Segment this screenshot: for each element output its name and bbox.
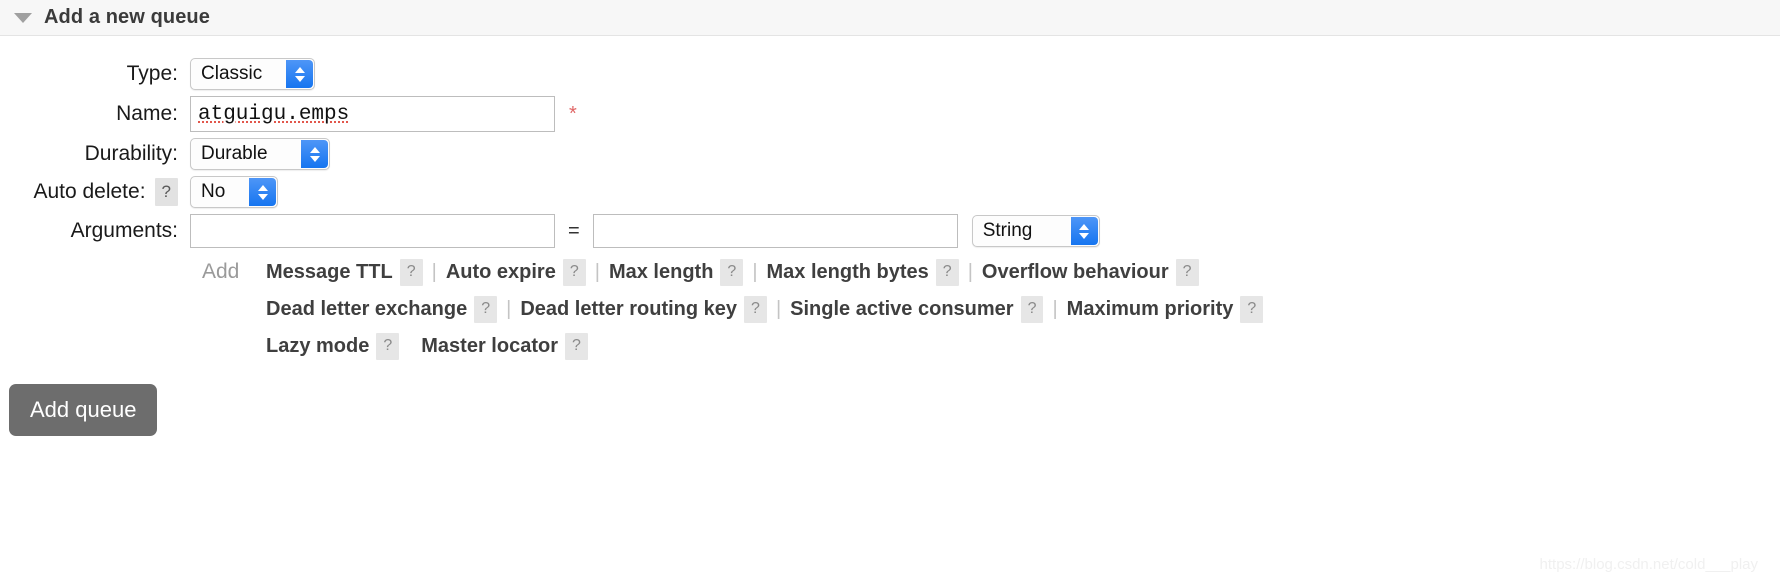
preset-lazy-mode[interactable]: Lazy mode <box>266 335 369 358</box>
chevron-down-icon <box>257 193 268 200</box>
auto-delete-label-cell: Auto delete: ? <box>0 178 190 206</box>
caret-down-icon[interactable] <box>14 12 32 23</box>
watermark: https://blog.csdn.net/cold___play <box>1539 556 1758 573</box>
chevron-down-icon <box>1079 232 1090 239</box>
preset-row-3: Lazy mode ? Master locator ? <box>0 330 1780 362</box>
dead-letter-routing-key-help-icon[interactable]: ? <box>744 295 767 323</box>
maximum-priority-help-icon[interactable]: ? <box>1240 295 1264 323</box>
lazy-mode-help-icon[interactable]: ? <box>376 332 400 360</box>
preset-maximum-priority[interactable]: Maximum priority <box>1067 298 1234 321</box>
chevron-down-icon <box>294 75 305 82</box>
auto-delete-label: Auto delete: <box>33 180 146 203</box>
preset-separator: | <box>431 260 437 283</box>
chevron-up-icon <box>257 184 268 191</box>
chevron-up-icon <box>294 66 305 73</box>
max-length-help-icon[interactable]: ? <box>720 258 744 286</box>
durability-select[interactable]: Durable <box>190 138 330 170</box>
required-asterisk: * <box>569 102 577 125</box>
preset-single-active-consumer[interactable]: Single active consumer <box>790 298 1013 321</box>
form-row-name: Name: atguigu.emps * <box>0 96 1780 132</box>
dead-letter-exchange-help-icon[interactable]: ? <box>474 295 498 323</box>
preset-max-length[interactable]: Max length <box>609 261 713 284</box>
name-input-value: atguigu.emps <box>198 102 350 126</box>
chevron-up-icon <box>1079 223 1090 230</box>
overflow-behaviour-help-icon[interactable]: ? <box>1175 258 1199 286</box>
durability-select-value: Durable <box>201 143 268 164</box>
add-label: Add <box>202 260 240 283</box>
auto-delete-select[interactable]: No <box>190 176 278 208</box>
arguments-label: Arguments: <box>70 219 178 242</box>
auto-expire-help-icon[interactable]: ? <box>562 258 586 286</box>
preset-row-2: Dead letter exchange ? | Dead letter rou… <box>0 293 1780 325</box>
preset-message-ttl[interactable]: Message TTL <box>266 261 393 284</box>
master-locator-help-icon[interactable]: ? <box>564 332 588 360</box>
add-queue-form: Type: Classic Name: atguigu.emps * Durab… <box>0 36 1780 436</box>
arguments-label-cell: Arguments: <box>0 219 190 243</box>
preset-overflow-behaviour[interactable]: Overflow behaviour <box>982 261 1169 284</box>
chevron-up-icon <box>309 146 320 153</box>
durability-label-cell: Durability: <box>0 142 190 166</box>
name-input[interactable]: atguigu.emps <box>190 96 555 132</box>
preset-separator: | <box>967 260 973 283</box>
argument-presets: Add Message TTL ? | Auto expire ? | Max … <box>0 256 1780 362</box>
auto-delete-select-value: No <box>201 181 226 202</box>
argument-value-input[interactable] <box>592 214 958 248</box>
form-row-durability: Durability: Durable <box>0 138 1780 170</box>
argument-key-input[interactable] <box>190 214 555 248</box>
type-label: Type: <box>126 62 178 85</box>
form-row-type: Type: Classic <box>0 58 1780 90</box>
preset-auto-expire[interactable]: Auto expire <box>446 261 556 284</box>
single-active-consumer-help-icon[interactable]: ? <box>1020 295 1044 323</box>
type-select-value: Classic <box>201 63 263 84</box>
preset-row-1: Add Message TTL ? | Auto expire ? | Max … <box>0 256 1780 288</box>
argument-type-select[interactable]: String <box>971 215 1100 247</box>
type-label-cell: Type: <box>0 62 190 86</box>
type-select[interactable]: Classic <box>190 58 315 90</box>
name-label: Name: <box>116 102 178 125</box>
form-row-auto-delete: Auto delete: ? No <box>0 176 1780 208</box>
preset-separator: | <box>1052 297 1058 320</box>
argument-type-value: String <box>982 220 1033 241</box>
name-label-cell: Name: <box>0 102 190 126</box>
max-length-bytes-help-icon[interactable]: ? <box>935 258 959 286</box>
stepper-arrows-icon[interactable] <box>249 178 276 206</box>
preset-separator: | <box>506 297 512 320</box>
preset-dead-letter-routing-key[interactable]: Dead letter routing key <box>520 298 737 321</box>
submit-area: Add queue <box>0 384 1780 436</box>
page-title: Add a new queue <box>44 6 210 28</box>
equals-sign: = <box>568 219 580 242</box>
durability-label: Durability: <box>84 142 178 165</box>
preset-max-length-bytes[interactable]: Max length bytes <box>767 261 929 284</box>
add-queue-button[interactable]: Add queue <box>9 384 158 436</box>
section-header[interactable]: Add a new queue <box>0 0 1780 36</box>
stepper-arrows-icon[interactable] <box>301 140 328 168</box>
preset-separator: | <box>775 297 782 320</box>
form-row-arguments: Arguments: = String <box>0 214 1780 248</box>
preset-separator: | <box>594 260 600 283</box>
preset-dead-letter-exchange[interactable]: Dead letter exchange <box>266 298 467 321</box>
stepper-arrows-icon[interactable] <box>286 60 313 88</box>
add-queue-page: Add a new queue Type: Classic Name: atgu… <box>0 0 1780 582</box>
message-ttl-help-icon[interactable]: ? <box>399 258 423 286</box>
preset-master-locator[interactable]: Master locator <box>421 335 558 358</box>
stepper-arrows-icon[interactable] <box>1070 217 1098 245</box>
preset-separator: | <box>752 260 758 283</box>
auto-delete-help-icon[interactable]: ? <box>154 178 178 206</box>
chevron-down-icon <box>309 155 320 162</box>
